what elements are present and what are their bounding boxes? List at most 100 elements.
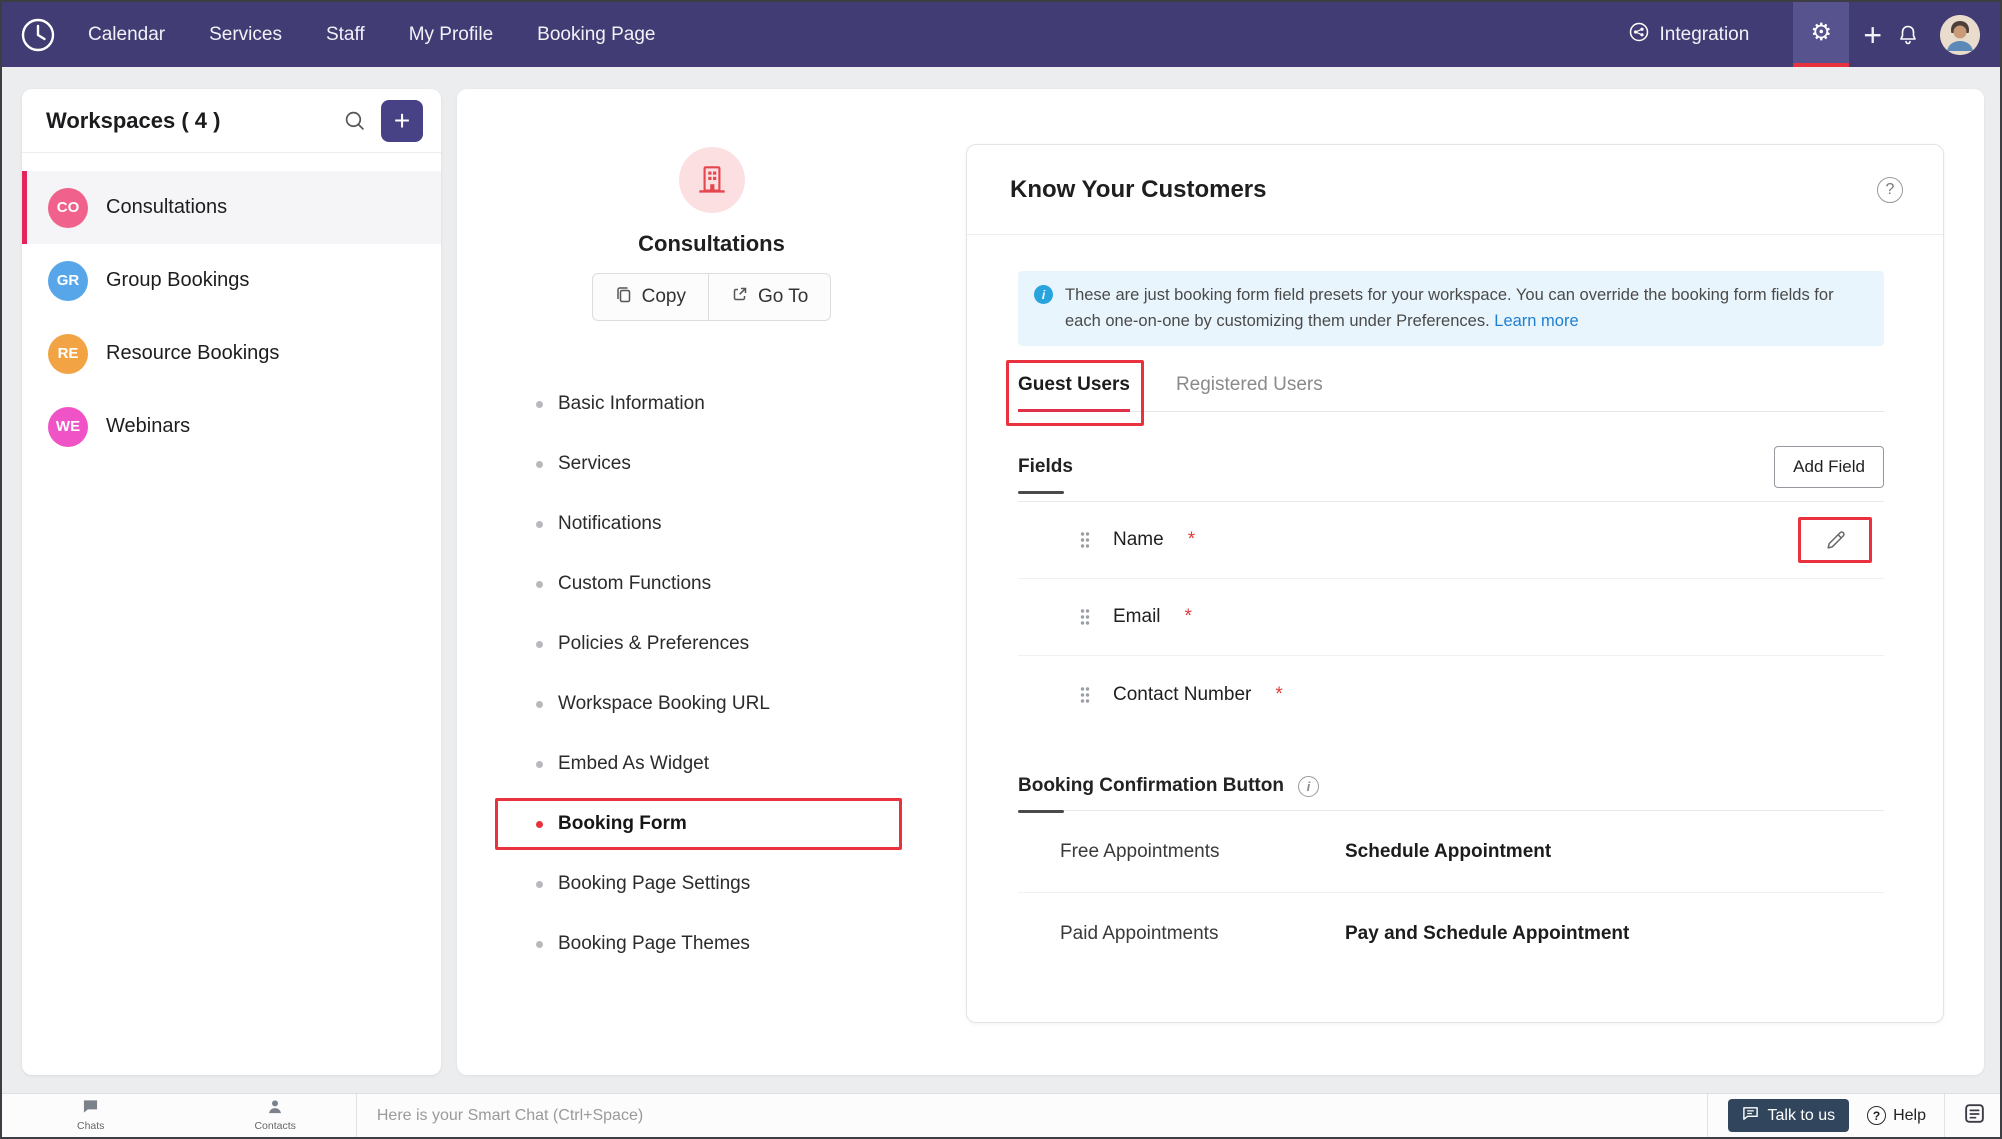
menu-item-workspace-booking-url[interactable]: Workspace Booking URL xyxy=(457,674,966,734)
workspace-item-label: Group Bookings xyxy=(106,269,249,292)
bullet-icon xyxy=(536,401,543,408)
chat-bubble-icon xyxy=(82,1099,99,1119)
copy-button[interactable]: Copy xyxy=(593,274,708,320)
navbar-right-cluster: Integration ⚙ + xyxy=(1628,2,2000,67)
bullet-icon xyxy=(536,941,543,948)
menu-item-custom-functions[interactable]: Custom Functions xyxy=(457,554,966,614)
field-row-contact-number: Contact Number * xyxy=(1018,656,1884,733)
nav-item-my-profile[interactable]: My Profile xyxy=(409,24,493,46)
main-nav: Calendar Services Staff My Profile Booki… xyxy=(88,24,656,46)
workspace-item-resource-bookings[interactable]: RE Resource Bookings xyxy=(22,317,441,390)
workspace-item-label: Webinars xyxy=(106,415,190,438)
integration-button[interactable]: Integration xyxy=(1628,21,1750,49)
tab-registered-users[interactable]: Registered Users xyxy=(1176,374,1323,411)
conversations-icon[interactable] xyxy=(1963,1102,1986,1130)
confirmation-row-free: Free Appointments Schedule Appointment xyxy=(1018,811,1884,893)
top-navbar: Calendar Services Staff My Profile Booki… xyxy=(2,2,2000,67)
drag-handle-icon[interactable] xyxy=(1079,685,1091,705)
menu-item-embed-as-widget[interactable]: Embed As Widget xyxy=(457,734,966,794)
menu-item-basic-information[interactable]: Basic Information xyxy=(457,374,966,434)
workspace-header: Consultations Copy Go To xyxy=(457,147,966,321)
divider xyxy=(356,1094,357,1138)
settings-button[interactable]: ⚙ xyxy=(1793,2,1849,67)
field-row-email: Email * xyxy=(1018,579,1884,656)
workspace-item-label: Consultations xyxy=(106,196,227,219)
workspace-item-label: Resource Bookings xyxy=(106,342,279,365)
menu-item-notifications[interactable]: Notifications xyxy=(457,494,966,554)
go-to-label: Go To xyxy=(758,286,808,308)
drag-handle-icon[interactable] xyxy=(1079,607,1091,627)
workspace-item-group-bookings[interactable]: GR Group Bookings xyxy=(22,244,441,317)
bullet-icon xyxy=(536,821,543,828)
app-logo-icon[interactable] xyxy=(18,15,58,55)
sidebar-header: Workspaces ( 4 ) + xyxy=(22,89,441,153)
workspace-list: CO Consultations GR Group Bookings RE Re… xyxy=(22,153,441,463)
divider xyxy=(1944,1094,1945,1138)
bottom-right-cluster: Talk to us ? Help xyxy=(1708,1094,2001,1138)
bullet-icon xyxy=(536,581,543,588)
talk-to-us-button[interactable]: Talk to us xyxy=(1728,1099,1850,1132)
workspace-menu: Basic Information Services Notifications… xyxy=(457,374,966,974)
question-mark-icon: ? xyxy=(1867,1106,1886,1125)
nav-item-staff[interactable]: Staff xyxy=(326,24,365,46)
nav-item-booking-page[interactable]: Booking Page xyxy=(537,24,655,46)
workspace-item-consultations[interactable]: CO Consultations xyxy=(22,171,441,244)
tab-guest-users[interactable]: Guest Users xyxy=(1018,374,1130,411)
go-to-button[interactable]: Go To xyxy=(708,274,830,320)
bullet-icon xyxy=(536,461,543,468)
workspaces-sidebar: Workspaces ( 4 ) + CO Consultations GR G… xyxy=(22,89,441,1075)
menu-item-booking-page-themes[interactable]: Booking Page Themes xyxy=(457,914,966,974)
info-icon[interactable]: i xyxy=(1298,776,1319,797)
fields-section-header: Fields Add Field xyxy=(1018,446,1884,502)
required-marker: * xyxy=(1188,529,1195,551)
add-workspace-button[interactable]: + xyxy=(381,100,423,142)
bullet-icon xyxy=(536,641,543,648)
bullet-icon xyxy=(536,701,543,708)
copy-label: Copy xyxy=(642,286,686,308)
fields-list: Name * Email * xyxy=(1018,502,1884,733)
workspace-avatar: GR xyxy=(48,261,88,301)
info-banner: i These are just booking form field pres… xyxy=(1018,271,1884,346)
chat-lines-icon xyxy=(1742,1105,1759,1127)
user-avatar[interactable] xyxy=(1940,15,1980,55)
workspace-title: Consultations xyxy=(638,231,785,257)
workspace-avatar: CO xyxy=(48,188,88,228)
confirmation-row-paid: Paid Appointments Pay and Schedule Appoi… xyxy=(1018,893,1884,975)
menu-item-booking-page-settings[interactable]: Booking Page Settings xyxy=(457,854,966,914)
add-field-button[interactable]: Add Field xyxy=(1774,446,1884,488)
info-banner-text: These are just booking form field preset… xyxy=(1065,283,1868,334)
menu-item-services[interactable]: Services xyxy=(457,434,966,494)
confirmation-rows: Free Appointments Schedule Appointment P… xyxy=(1018,811,1884,975)
learn-more-link[interactable]: Learn more xyxy=(1494,312,1578,330)
edit-field-button[interactable] xyxy=(1825,530,1846,551)
workspace-building-icon xyxy=(679,147,745,213)
chats-button[interactable]: Chats xyxy=(77,1099,104,1132)
copy-icon xyxy=(615,285,633,309)
booking-confirmation-section-header: Booking Confirmation Button i xyxy=(1018,775,1884,811)
smart-chat-input[interactable] xyxy=(377,1107,1707,1125)
nav-item-calendar[interactable]: Calendar xyxy=(88,24,165,46)
integration-icon xyxy=(1628,21,1650,49)
contacts-button[interactable]: Contacts xyxy=(254,1099,295,1132)
quick-add-button[interactable]: + xyxy=(1863,19,1882,51)
help-button[interactable]: ? Help xyxy=(1867,1106,1926,1125)
drag-handle-icon[interactable] xyxy=(1079,530,1091,550)
annotation-box-booking-form xyxy=(495,798,902,850)
panel-header: Know Your Customers ? xyxy=(967,145,1943,235)
help-icon[interactable]: ? xyxy=(1877,177,1903,203)
notifications-bell-icon[interactable] xyxy=(1898,24,1918,46)
integration-label: Integration xyxy=(1660,24,1750,46)
booking-confirmation-title: Booking Confirmation Button xyxy=(1018,775,1284,797)
workspace-item-webinars[interactable]: WE Webinars xyxy=(22,390,441,463)
info-icon: i xyxy=(1034,285,1053,304)
know-your-customers-panel: Know Your Customers ? i These are just b… xyxy=(966,144,1944,1023)
main-content-card: Consultations Copy Go To Basic Informati… xyxy=(457,89,1984,1075)
workspace-avatar: WE xyxy=(48,407,88,447)
menu-item-policies-preferences[interactable]: Policies & Preferences xyxy=(457,614,966,674)
user-type-tabs: Guest Users Registered Users xyxy=(1018,374,1884,412)
nav-item-services[interactable]: Services xyxy=(209,24,282,46)
menu-item-booking-form[interactable]: Booking Form xyxy=(457,794,966,854)
app-window: Calendar Services Staff My Profile Booki… xyxy=(0,0,2002,1139)
external-link-icon xyxy=(731,285,749,309)
search-icon[interactable] xyxy=(344,110,365,131)
